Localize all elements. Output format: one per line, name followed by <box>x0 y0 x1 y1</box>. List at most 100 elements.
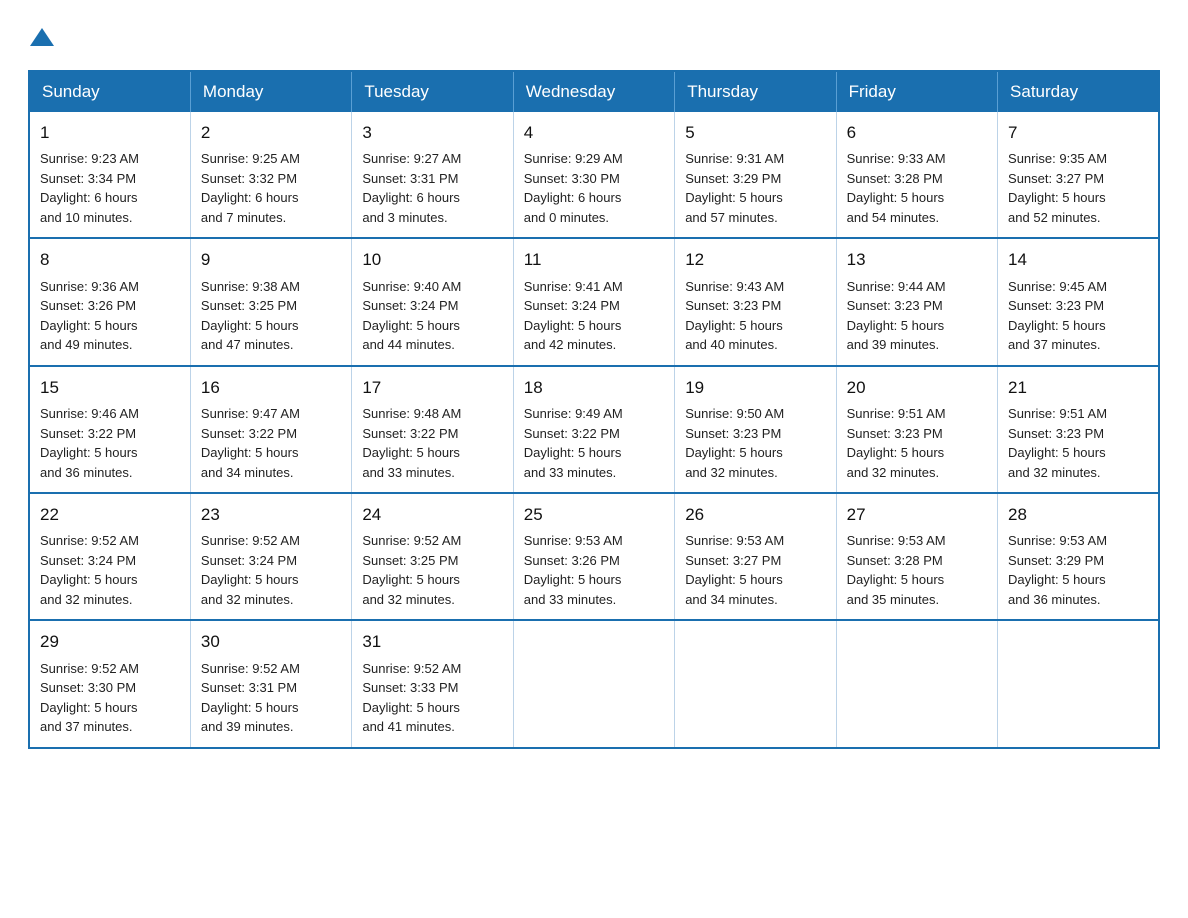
day-number: 13 <box>847 247 987 273</box>
calendar-cell: 10 Sunrise: 9:40 AMSunset: 3:24 PMDayligh… <box>352 238 513 365</box>
day-number: 7 <box>1008 120 1148 146</box>
day-info: Sunrise: 9:47 AMSunset: 3:22 PMDaylight:… <box>201 404 341 482</box>
day-info: Sunrise: 9:50 AMSunset: 3:23 PMDaylight:… <box>685 404 825 482</box>
day-info: Sunrise: 9:52 AMSunset: 3:33 PMDaylight:… <box>362 659 502 737</box>
day-info: Sunrise: 9:53 AMSunset: 3:27 PMDaylight:… <box>685 531 825 609</box>
day-info: Sunrise: 9:46 AMSunset: 3:22 PMDaylight:… <box>40 404 180 482</box>
day-number: 17 <box>362 375 502 401</box>
day-number: 24 <box>362 502 502 528</box>
calendar-cell: 28 Sunrise: 9:53 AMSunset: 3:29 PMDayligh… <box>998 493 1159 620</box>
day-number: 28 <box>1008 502 1148 528</box>
day-number: 21 <box>1008 375 1148 401</box>
day-info: Sunrise: 9:27 AMSunset: 3:31 PMDaylight:… <box>362 149 502 227</box>
calendar-cell: 25Sunrise: 9:53 AMSunset: 3:26 PMDayligh… <box>513 493 674 620</box>
day-number: 10 <box>362 247 502 273</box>
logo-top-line <box>28 24 56 52</box>
day-number: 27 <box>847 502 987 528</box>
logo-triangle-icon <box>28 24 56 52</box>
calendar-cell: 24 Sunrise: 9:52 AMSunset: 3:25 PMDayligh… <box>352 493 513 620</box>
day-number: 3 <box>362 120 502 146</box>
calendar-cell: 22Sunrise: 9:52 AMSunset: 3:24 PMDayligh… <box>29 493 190 620</box>
day-number: 31 <box>362 629 502 655</box>
day-info: Sunrise: 9:53 AMSunset: 3:28 PMDaylight:… <box>847 531 987 609</box>
day-number: 20 <box>847 375 987 401</box>
calendar-cell: 19 Sunrise: 9:50 AMSunset: 3:23 PMDayligh… <box>675 366 836 493</box>
day-number: 5 <box>685 120 825 146</box>
calendar-table: SundayMondayTuesdayWednesdayThursdayFrid… <box>28 70 1160 749</box>
calendar-cell: 2Sunrise: 9:25 AMSunset: 3:32 PMDaylight… <box>190 112 351 238</box>
col-header-monday: Monday <box>190 71 351 112</box>
day-info: Sunrise: 9:53 AMSunset: 3:29 PMDaylight:… <box>1008 531 1148 609</box>
day-number: 6 <box>847 120 987 146</box>
day-number: 29 <box>40 629 180 655</box>
day-number: 2 <box>201 120 341 146</box>
col-header-thursday: Thursday <box>675 71 836 112</box>
day-info: Sunrise: 9:51 AMSunset: 3:23 PMDaylight:… <box>1008 404 1148 482</box>
day-info: Sunrise: 9:52 AMSunset: 3:31 PMDaylight:… <box>201 659 341 737</box>
calendar-body: 1 Sunrise: 9:23 AMSunset: 3:34 PMDaylight… <box>29 112 1159 748</box>
col-header-sunday: Sunday <box>29 71 190 112</box>
page: SundayMondayTuesdayWednesdayThursdayFrid… <box>0 0 1188 769</box>
day-info: Sunrise: 9:36 AMSunset: 3:26 PMDaylight:… <box>40 277 180 355</box>
calendar-cell: 14Sunrise: 9:45 AMSunset: 3:23 PMDayligh… <box>998 238 1159 365</box>
day-info: Sunrise: 9:38 AMSunset: 3:25 PMDaylight:… <box>201 277 341 355</box>
calendar-cell: 21 Sunrise: 9:51 AMSunset: 3:23 PMDayligh… <box>998 366 1159 493</box>
calendar-cell: 15 Sunrise: 9:46 AMSunset: 3:22 PMDayligh… <box>29 366 190 493</box>
day-info: Sunrise: 9:31 AMSunset: 3:29 PMDaylight:… <box>685 149 825 227</box>
calendar-week-row: 15 Sunrise: 9:46 AMSunset: 3:22 PMDayligh… <box>29 366 1159 493</box>
day-number: 11 <box>524 247 664 273</box>
calendar-cell: 30 Sunrise: 9:52 AMSunset: 3:31 PMDayligh… <box>190 620 351 747</box>
day-number: 16 <box>201 375 341 401</box>
calendar-cell: 26 Sunrise: 9:53 AMSunset: 3:27 PMDayligh… <box>675 493 836 620</box>
col-header-wednesday: Wednesday <box>513 71 674 112</box>
calendar-cell: 16 Sunrise: 9:47 AMSunset: 3:22 PMDayligh… <box>190 366 351 493</box>
day-number: 12 <box>685 247 825 273</box>
calendar-cell: 8 Sunrise: 9:36 AMSunset: 3:26 PMDaylight… <box>29 238 190 365</box>
calendar-week-row: 8 Sunrise: 9:36 AMSunset: 3:26 PMDaylight… <box>29 238 1159 365</box>
calendar-cell: 20Sunrise: 9:51 AMSunset: 3:23 PMDayligh… <box>836 366 997 493</box>
calendar-cell: 9Sunrise: 9:38 AMSunset: 3:25 PMDaylight… <box>190 238 351 365</box>
day-info: Sunrise: 9:52 AMSunset: 3:25 PMDaylight:… <box>362 531 502 609</box>
calendar-cell: 18 Sunrise: 9:49 AMSunset: 3:22 PMDayligh… <box>513 366 674 493</box>
day-info: Sunrise: 9:29 AMSunset: 3:30 PMDaylight:… <box>524 149 664 227</box>
calendar-cell: 29Sunrise: 9:52 AMSunset: 3:30 PMDayligh… <box>29 620 190 747</box>
logo <box>28 24 56 52</box>
day-number: 22 <box>40 502 180 528</box>
calendar-cell: 11 Sunrise: 9:41 AMSunset: 3:24 PMDayligh… <box>513 238 674 365</box>
day-number: 4 <box>524 120 664 146</box>
day-number: 18 <box>524 375 664 401</box>
day-info: Sunrise: 9:43 AMSunset: 3:23 PMDaylight:… <box>685 277 825 355</box>
day-info: Sunrise: 9:48 AMSunset: 3:22 PMDaylight:… <box>362 404 502 482</box>
calendar-cell: 12 Sunrise: 9:43 AMSunset: 3:23 PMDayligh… <box>675 238 836 365</box>
day-info: Sunrise: 9:23 AMSunset: 3:34 PMDaylight:… <box>40 149 180 227</box>
day-number: 30 <box>201 629 341 655</box>
day-info: Sunrise: 9:40 AMSunset: 3:24 PMDaylight:… <box>362 277 502 355</box>
calendar-header-row: SundayMondayTuesdayWednesdayThursdayFrid… <box>29 71 1159 112</box>
calendar-cell <box>836 620 997 747</box>
calendar-cell: 27 Sunrise: 9:53 AMSunset: 3:28 PMDayligh… <box>836 493 997 620</box>
calendar-cell: 4 Sunrise: 9:29 AMSunset: 3:30 PMDaylight… <box>513 112 674 238</box>
calendar-cell: 31 Sunrise: 9:52 AMSunset: 3:33 PMDayligh… <box>352 620 513 747</box>
day-info: Sunrise: 9:52 AMSunset: 3:24 PMDaylight:… <box>201 531 341 609</box>
day-number: 15 <box>40 375 180 401</box>
day-info: Sunrise: 9:41 AMSunset: 3:24 PMDaylight:… <box>524 277 664 355</box>
calendar-week-row: 22 Sunrise: 9:52 AMSunset: 3:24 PMDayligh… <box>29 493 1159 620</box>
day-number: 26 <box>685 502 825 528</box>
col-header-tuesday: Tuesday <box>352 71 513 112</box>
day-number: 8 <box>40 247 180 273</box>
day-info: Sunrise: 9:35 AMSunset: 3:27 PMDaylight:… <box>1008 149 1148 227</box>
calendar-cell: 3 Sunrise: 9:27 AMSunset: 3:31 PMDaylight… <box>352 112 513 238</box>
day-number: 25 <box>524 502 664 528</box>
day-info: Sunrise: 9:49 AMSunset: 3:22 PMDaylight:… <box>524 404 664 482</box>
calendar-cell: 7 Sunrise: 9:35 AMSunset: 3:27 PMDaylight… <box>998 112 1159 238</box>
day-info: Sunrise: 9:45 AMSunset: 3:23 PMDaylight:… <box>1008 277 1148 355</box>
calendar-cell: 5 Sunrise: 9:31 AMSunset: 3:29 PMDaylight… <box>675 112 836 238</box>
day-number: 19 <box>685 375 825 401</box>
calendar-cell: 13 Sunrise: 9:44 AMSunset: 3:23 PMDayligh… <box>836 238 997 365</box>
calendar-week-row: 1 Sunrise: 9:23 AMSunset: 3:34 PMDaylight… <box>29 112 1159 238</box>
col-header-friday: Friday <box>836 71 997 112</box>
calendar-cell: 23Sunrise: 9:52 AMSunset: 3:24 PMDayligh… <box>190 493 351 620</box>
day-info: Sunrise: 9:44 AMSunset: 3:23 PMDaylight:… <box>847 277 987 355</box>
calendar-cell: 17 Sunrise: 9:48 AMSunset: 3:22 PMDayligh… <box>352 366 513 493</box>
day-number: 1 <box>40 120 180 146</box>
